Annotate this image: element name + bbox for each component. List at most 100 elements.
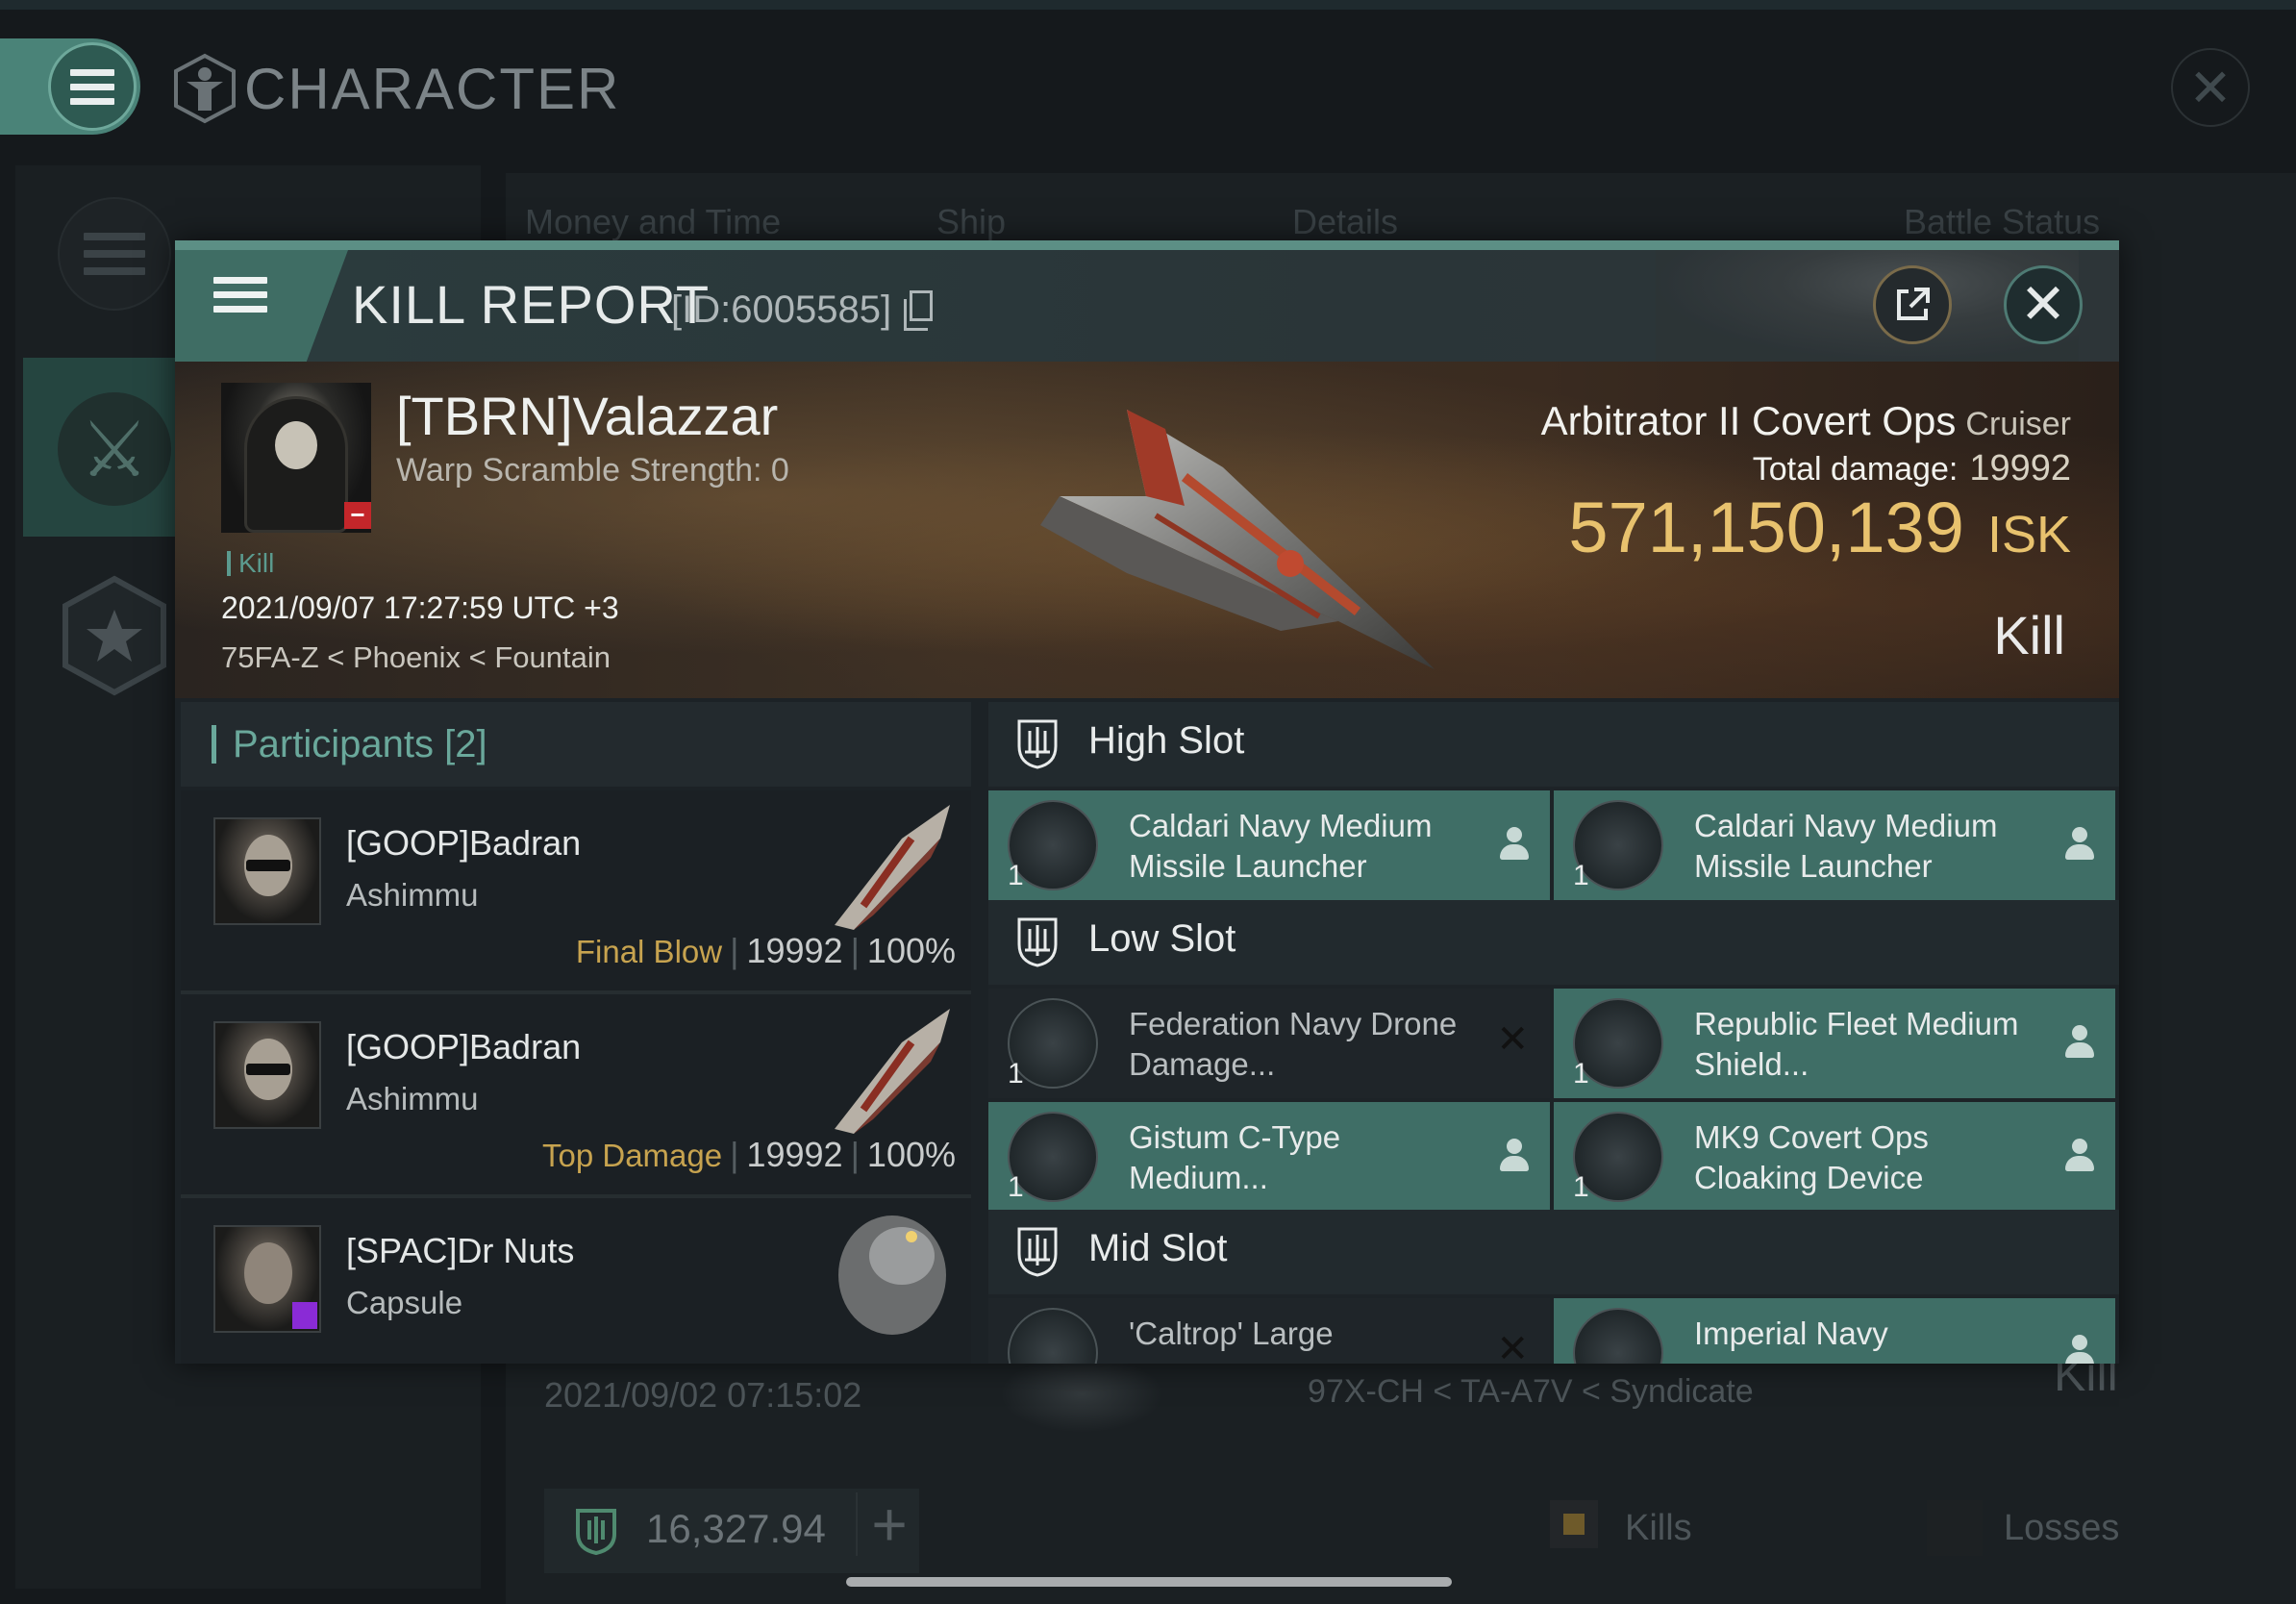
window-title: CHARACTER [244, 57, 621, 121]
dropped-person-icon [1500, 1139, 1529, 1173]
kill-report-id: [ID:6005585] [671, 288, 892, 331]
participant-row[interactable]: [GOOP]Badran Ashimmu Final Blow | 19992 | 10… [181, 790, 971, 994]
fitting-item[interactable]: 1 Gistum C-Type Medium... [988, 1102, 1550, 1212]
victim-banner: − [TBRN]Valazzar Warp Scramble Strength:… [175, 362, 2119, 698]
kill-tag: Kill [227, 548, 274, 579]
mid-slot-header: Mid Slot [988, 1210, 2119, 1294]
losses-filter-label: Losses [2004, 1508, 2120, 1548]
slot-shield-icon [1017, 917, 1058, 967]
participant-ship: Ashimmu [346, 877, 479, 913]
fitting-item[interactable]: 1 Caldari Navy Medium Missile Launcher [1554, 790, 2115, 900]
info-badge-icon [292, 1302, 317, 1329]
kills-filter-checkbox[interactable] [1550, 1500, 1598, 1548]
close-window-button[interactable]: ✕ [2171, 48, 2250, 127]
row-location: 97X-CH < TA-A7V < Syndicate [1308, 1373, 1754, 1410]
caltrop-module-icon [1008, 1308, 1098, 1364]
fitting-item[interactable]: 1 Caldari Navy Medium Missile Launcher [988, 790, 1550, 900]
total-damage-value: 19992 [1969, 448, 2071, 489]
participants-label: Participants [233, 723, 434, 765]
list-icon [84, 233, 145, 275]
sidebar-item-star[interactable] [58, 573, 171, 698]
participant-portrait[interactable] [213, 817, 321, 925]
final-blow-label: Final Blow [575, 934, 723, 969]
participant-percent: 100% [866, 931, 956, 970]
dropped-person-icon [1500, 827, 1529, 862]
kill-timestamp: 2021/09/07 17:27:59 UTC +3 [221, 590, 619, 625]
destroyed-x-icon: ✕ [1496, 1328, 1529, 1364]
item-quantity: 1 [1573, 1171, 1589, 1203]
kill-report-window: KILL REPORT [ID:6005585] ✕ − [TBRN]Valaz… [175, 240, 2119, 1364]
fitting-item[interactable]: 1 Imperial Navy [1554, 1298, 2115, 1364]
slot-shield-icon [1017, 1227, 1058, 1277]
participant-ship: Ashimmu [346, 1081, 479, 1116]
participant-row[interactable]: [GOOP]Badran Ashimmu Top Damage | 19992 | 10… [181, 994, 971, 1198]
participant-ship-image[interactable] [815, 800, 960, 935]
participant-stats: Final Blow | 19992 | 100% [575, 931, 956, 970]
item-name: Caldari Navy Medium Missile Launcher [1694, 808, 1998, 884]
warp-scramble-strength: Warp Scramble Strength: 0 [396, 452, 789, 489]
column-header-battle-status[interactable]: Battle Status [1904, 202, 2100, 242]
total-damage: Total damage: 19992 [1753, 448, 2071, 489]
column-header-ship[interactable]: Ship [936, 202, 1006, 242]
wallet-balance: 16,327.94 [646, 1506, 826, 1551]
participant-percent: 100% [866, 1135, 956, 1174]
participants-accent-bar [212, 725, 216, 764]
capsule-image[interactable] [815, 1208, 960, 1342]
participant-portrait[interactable] [213, 1225, 321, 1333]
main-menu-button[interactable] [0, 38, 140, 135]
share-button[interactable] [1873, 265, 1952, 344]
copy-icon[interactable] [904, 290, 933, 331]
hamburger-icon [70, 68, 114, 105]
item-quantity: 1 [1008, 860, 1024, 891]
home-indicator[interactable] [846, 1577, 1452, 1587]
participant-row[interactable]: [SPAC]Dr Nuts Capsule [181, 1198, 971, 1364]
column-header-money-time[interactable]: Money and Time [525, 202, 781, 242]
item-name: Federation Navy Drone Damage... [1129, 1006, 1458, 1082]
participant-portrait[interactable] [213, 1021, 321, 1129]
item-name: Gistum C-Type Medium... [1129, 1119, 1341, 1195]
fitting-item[interactable]: 1 Republic Fleet Medium Shield... [1554, 989, 2115, 1098]
participant-ship: Capsule [346, 1285, 463, 1320]
low-slot-label: Low Slot [1088, 917, 1236, 960]
victim-name[interactable]: [TBRN]Valazzar [396, 385, 778, 447]
sidebar-item-menu[interactable] [58, 197, 171, 311]
top-edge-bar [0, 0, 2296, 10]
participant-damage: 19992 [746, 1135, 843, 1174]
victim-ship-image[interactable] [935, 390, 1531, 679]
outcome-label: Kill [1993, 605, 2065, 665]
low-slot-header: Low Slot [988, 900, 2119, 985]
hostile-standing-icon: − [344, 502, 371, 529]
item-quantity: 1 [1573, 1058, 1589, 1090]
column-header-details[interactable]: Details [1292, 202, 1398, 242]
losses-filter-checkbox[interactable] [1927, 1500, 1983, 1556]
item-name: 'Caltrop' Large [1129, 1316, 1334, 1351]
item-name: Republic Fleet Medium Shield... [1694, 1006, 2019, 1082]
fitting-panel: High Slot 1 Caldari Navy Medium Missile … [988, 702, 2119, 1364]
fitting-item[interactable]: 1 Federation Navy Drone Damage... ✕ [988, 989, 1550, 1098]
fitting-item[interactable]: 1 'Caltrop' Large ✕ [988, 1298, 1550, 1364]
sidebar-item-combat[interactable]: ⚔ [23, 358, 187, 537]
top-damage-label: Top Damage [541, 1138, 723, 1173]
victim-ship-type[interactable]: Arbitrator II Covert Ops Cruiser [1541, 398, 2071, 444]
isk-unit: ISK [1986, 506, 2071, 564]
total-damage-label: Total damage: [1752, 451, 1959, 488]
participants-title: Participants [2] [233, 723, 487, 766]
participant-damage: 19992 [746, 931, 843, 970]
close-kill-report-button[interactable]: ✕ [2004, 265, 2083, 344]
participant-name: [SPAC]Dr Nuts [346, 1231, 575, 1270]
close-icon: ✕ [2188, 59, 2233, 117]
crossed-swords-icon: ⚔ [80, 406, 149, 492]
high-slot-label: High Slot [1088, 719, 1245, 762]
fitting-item[interactable]: 1 MK9 Covert Ops Cloaking Device [1554, 1102, 2115, 1212]
kill-location[interactable]: 75FA-Z < Phoenix < Fountain [221, 640, 611, 675]
participant-stats: Top Damage | 19992 | 100% [541, 1135, 956, 1174]
add-funds-button[interactable]: + [856, 1490, 921, 1559]
high-slot-header: High Slot [988, 702, 2119, 787]
dropped-person-icon [2065, 1025, 2094, 1060]
participant-ship-image[interactable] [815, 1004, 960, 1139]
participant-name: [GOOP]Badran [346, 823, 582, 863]
isk-amount: 571,150,139 [1568, 488, 1964, 567]
window-accent-line [175, 240, 2119, 250]
close-icon: ✕ [2019, 273, 2067, 336]
character-icon [174, 53, 236, 124]
